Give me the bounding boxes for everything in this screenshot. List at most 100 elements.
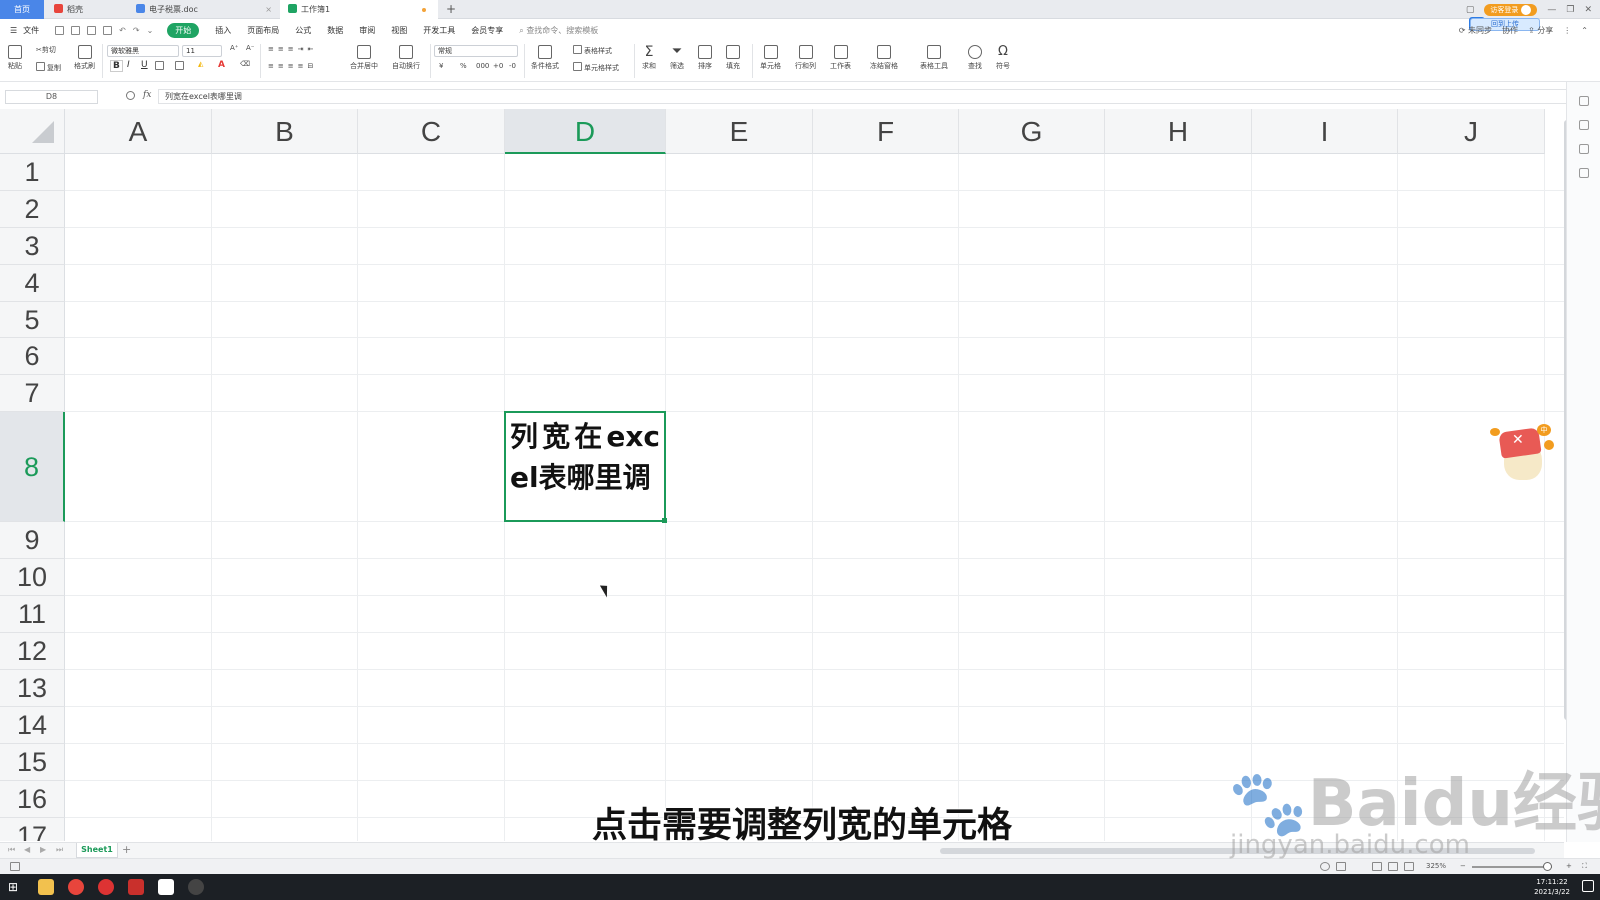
clear-format-icon[interactable]: ⌫ (240, 60, 250, 68)
layout-icon[interactable]: ▢ (1466, 5, 1475, 15)
row-header-8[interactable]: 8 (0, 412, 65, 522)
sort-button[interactable]: 排序 (698, 45, 712, 71)
fx-icon[interactable]: fx (143, 90, 151, 100)
font-shrink-icon[interactable]: A⁻ (246, 44, 254, 52)
prev-sheet-icon[interactable]: ◀ (24, 845, 30, 854)
tab-doc[interactable]: 电子税票.doc × (128, 0, 278, 19)
collapse-ribbon-icon[interactable]: ⌃ (1581, 26, 1588, 35)
find-button[interactable]: 查找 (968, 45, 982, 71)
row-header-7[interactable]: 7 (0, 375, 65, 412)
row-col-button[interactable]: 行和列 (795, 45, 816, 71)
hamburger-icon[interactable]: ☰ (10, 26, 17, 35)
export-icon[interactable] (71, 26, 81, 35)
add-sheet-button[interactable]: + (122, 843, 131, 857)
minimize-icon[interactable]: — (1547, 5, 1556, 15)
row-header-15[interactable]: 15 (0, 744, 65, 781)
row-header-1[interactable]: 1 (0, 154, 65, 191)
column-header-j[interactable]: J (1398, 109, 1545, 154)
symbol-button[interactable]: Ω 符号 (996, 45, 1010, 71)
guest-login-button[interactable]: 访客登录 (1484, 3, 1538, 16)
last-sheet-icon[interactable]: ⏭ (56, 845, 63, 855)
redo-icon[interactable]: ↷ (133, 26, 140, 35)
worksheet-button[interactable]: 工作表 (830, 45, 851, 71)
menu-start[interactable]: 开始 (167, 23, 200, 38)
menu-developer[interactable]: 开发工具 (423, 25, 455, 36)
eye-protect-icon[interactable] (1320, 862, 1330, 871)
row-header-17[interactable]: 17 (0, 818, 65, 841)
column-header-i[interactable]: I (1252, 109, 1398, 154)
undo-icon[interactable]: ↶ (119, 26, 126, 35)
app-icon[interactable] (158, 879, 174, 895)
tab-home[interactable]: 首页 (0, 0, 44, 19)
underline-button[interactable]: U (141, 60, 148, 70)
new-tab-button[interactable]: + (446, 0, 456, 18)
zoom-slider[interactable] (1472, 866, 1552, 868)
command-search[interactable]: ⌕ 查找命令、搜索模板 (519, 25, 598, 36)
fullscreen-icon[interactable]: ⛶ (1582, 862, 1587, 871)
font-color-icon[interactable]: A (218, 60, 225, 70)
collab-button[interactable]: 协作 (1502, 25, 1518, 36)
save-icon[interactable] (55, 26, 65, 35)
fill-color-icon[interactable]: ◭ (198, 60, 203, 68)
menu-member[interactable]: 会员专享 (471, 25, 503, 36)
input-method-icon[interactable] (1336, 862, 1346, 871)
row-header-5[interactable]: 5 (0, 302, 65, 338)
fill-button[interactable]: 填充 (726, 45, 740, 71)
clock[interactable]: 17:11:22 2021/3/22 (1534, 877, 1570, 897)
menu-formula[interactable]: 公式 (295, 25, 311, 36)
name-box[interactable]: D8 (5, 90, 98, 104)
row-header-11[interactable]: 11 (0, 596, 65, 633)
zoom-formula-icon[interactable] (126, 91, 135, 100)
table-tools-button[interactable]: 表格工具 (920, 45, 948, 71)
sum-button[interactable]: Σ 求和 (642, 45, 656, 71)
border-button[interactable] (155, 61, 166, 71)
chrome-icon[interactable] (68, 879, 84, 895)
windows-start-icon[interactable]: ⊞ (8, 879, 24, 895)
sync-status[interactable]: ⟳ 未同步 (1459, 25, 1492, 36)
help-icon[interactable] (1578, 168, 1589, 178)
number-format-select[interactable]: 常规 (434, 45, 518, 57)
menu-view[interactable]: 视图 (391, 25, 407, 36)
properties-icon[interactable] (1578, 120, 1589, 130)
zoom-slider-knob[interactable] (1543, 862, 1552, 871)
menu-file[interactable]: 文件 (23, 25, 39, 36)
cell-style-button[interactable]: 单元格样式 (573, 62, 619, 73)
file-explorer-icon[interactable] (38, 879, 54, 895)
merge-shape-button[interactable] (175, 61, 186, 71)
first-sheet-icon[interactable]: ⏮ (8, 845, 15, 855)
formula-input[interactable]: 列宽在excel表哪里调 (158, 89, 1570, 104)
row-header-12[interactable]: 12 (0, 633, 65, 670)
zoom-in-icon[interactable]: + (1566, 862, 1572, 870)
row-header-4[interactable]: 4 (0, 265, 65, 302)
merge-center-button[interactable]: 合并居中 (350, 45, 378, 71)
column-header-d[interactable]: D (505, 109, 666, 154)
row-header-14[interactable]: 14 (0, 707, 65, 744)
tab-daoke[interactable]: 稻壳 (46, 0, 128, 19)
cut-button[interactable]: ✂剪切 (36, 45, 56, 55)
tab-workbook[interactable]: 工作簿1 (280, 0, 438, 19)
next-sheet-icon[interactable]: ▶ (40, 845, 46, 854)
copy-button[interactable]: 复制 (36, 62, 61, 73)
row-header-6[interactable]: 6 (0, 338, 65, 375)
close-icon[interactable]: ✕ (1512, 432, 1524, 448)
column-header-a[interactable]: A (65, 109, 212, 154)
decimal-increase-button[interactable]: +0 (493, 62, 503, 70)
menu-review[interactable]: 审阅 (359, 25, 375, 36)
font-size-select[interactable]: 11 (182, 45, 222, 57)
obs-icon[interactable] (188, 879, 204, 895)
column-header-e[interactable]: E (666, 109, 813, 154)
font-grow-icon[interactable]: A⁺ (230, 44, 238, 52)
notification-icon[interactable] (1582, 880, 1594, 892)
close-tab-icon[interactable]: × (265, 0, 272, 19)
page-view-icon[interactable] (1388, 862, 1398, 871)
row-header-13[interactable]: 13 (0, 670, 65, 707)
menu-insert[interactable]: 插入 (215, 25, 231, 36)
row-header-10[interactable]: 10 (0, 559, 65, 596)
column-header-f[interactable]: F (813, 109, 959, 154)
zoom-level[interactable]: 325% (1426, 862, 1446, 870)
percent-button[interactable]: % (460, 62, 467, 70)
sheet-tab-sheet1[interactable]: Sheet1 (76, 843, 118, 858)
align-left-group[interactable]: ≡≡≡≡⊟ (268, 62, 317, 70)
italic-button[interactable]: I (127, 60, 130, 70)
thousands-button[interactable]: 000 (476, 62, 489, 70)
